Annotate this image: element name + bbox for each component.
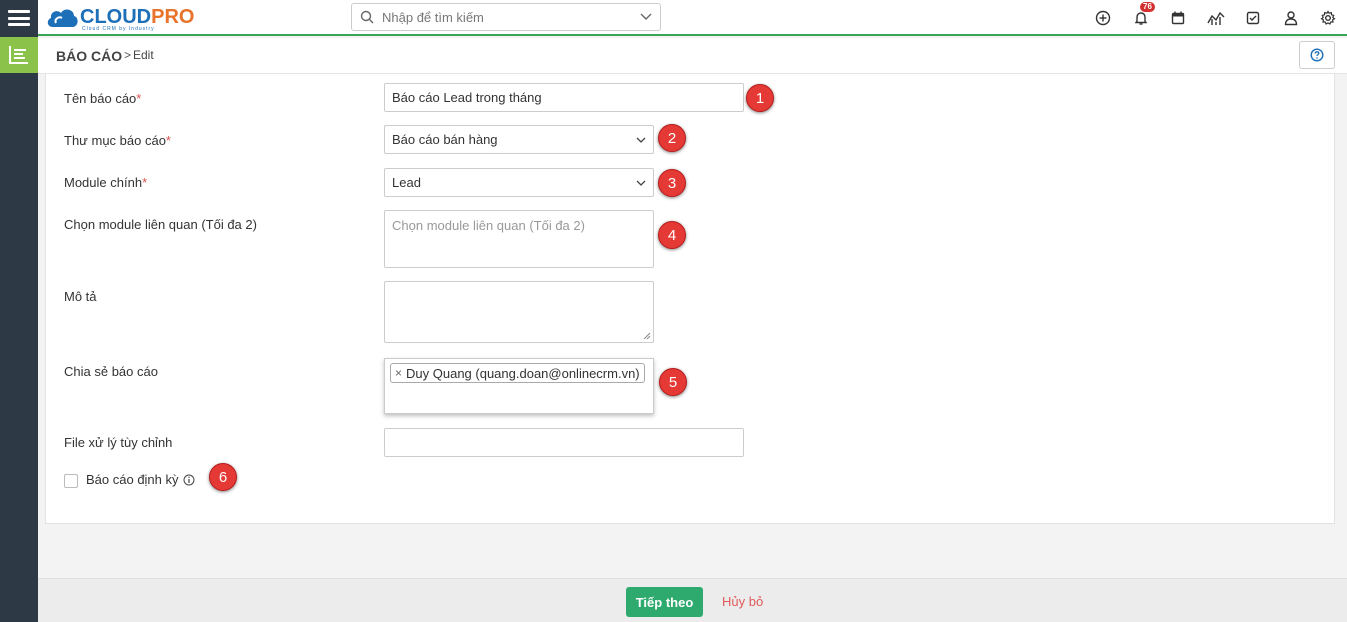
remove-tag-icon[interactable]: × bbox=[395, 366, 402, 380]
custom-file-input[interactable] bbox=[384, 428, 744, 457]
breadcrumb-current: Edit bbox=[133, 48, 154, 62]
report-name-input[interactable]: Báo cáo Lead trong tháng bbox=[384, 83, 744, 112]
scheduled-report-checkbox[interactable] bbox=[64, 474, 78, 488]
cancel-link[interactable]: Hủy bỏ bbox=[722, 594, 763, 609]
report-folder-select[interactable]: Báo cáo bán hàng bbox=[384, 125, 654, 154]
breadcrumb-separator: > bbox=[124, 48, 132, 62]
help-button[interactable] bbox=[1299, 41, 1335, 69]
left-rail bbox=[0, 0, 38, 622]
global-search[interactable] bbox=[351, 3, 661, 31]
report-list-icon bbox=[9, 46, 28, 64]
report-folder-label: Thư mục báo cáo* bbox=[64, 133, 171, 148]
related-modules-input[interactable]: Chọn module liên quan (Tối đa 2) bbox=[384, 210, 654, 268]
search-input[interactable] bbox=[382, 9, 632, 25]
marker-1: 1 bbox=[746, 84, 774, 112]
share-tag-input[interactable]: × Duy Quang (quang.doan@onlinecrm.vn) bbox=[384, 358, 654, 414]
search-icon bbox=[352, 10, 382, 24]
description-label: Mô tả bbox=[64, 289, 97, 304]
report-name-label: Tên báo cáo* bbox=[64, 91, 142, 106]
related-modules-label: Chọn module liên quan (Tối đa 2) bbox=[64, 217, 257, 232]
share-tag[interactable]: × Duy Quang (quang.doan@onlinecrm.vn) bbox=[390, 363, 645, 383]
scheduled-report-label: Báo cáo định kỳ bbox=[86, 472, 195, 487]
reports-nav-button[interactable] bbox=[0, 37, 38, 73]
info-icon[interactable] bbox=[183, 474, 195, 486]
notification-badge: 76 bbox=[1140, 2, 1155, 12]
main-module-label: Module chính* bbox=[64, 175, 148, 190]
marker-2: 2 bbox=[658, 124, 686, 152]
plus-circle-icon[interactable] bbox=[1085, 0, 1123, 36]
breadcrumb: BÁO CÁO > Edit bbox=[38, 38, 1347, 74]
calendar-icon[interactable] bbox=[1160, 0, 1198, 36]
checkbox-icon[interactable] bbox=[1235, 0, 1273, 36]
app-logo[interactable]: CLOUDPRO Cloud CRM by Industry bbox=[44, 4, 194, 32]
form-footer: Tiếp theo Hủy bỏ bbox=[38, 578, 1347, 622]
chart-icon[interactable] bbox=[1197, 0, 1235, 36]
marker-4: 4 bbox=[658, 221, 686, 249]
question-circle-icon bbox=[1310, 48, 1324, 62]
menu-button[interactable] bbox=[0, 0, 38, 36]
hamburger-icon bbox=[8, 10, 30, 26]
marker-6: 6 bbox=[209, 463, 237, 491]
toolbar-icons: 76 bbox=[1085, 0, 1347, 36]
resize-handle-icon[interactable] bbox=[643, 332, 651, 340]
bell-icon[interactable]: 76 bbox=[1122, 0, 1160, 36]
next-button[interactable]: Tiếp theo bbox=[626, 587, 703, 617]
user-icon[interactable] bbox=[1272, 0, 1310, 36]
breadcrumb-module[interactable]: BÁO CÁO bbox=[56, 48, 122, 64]
cloud-logo-icon bbox=[47, 9, 78, 28]
share-label: Chia sẻ báo cáo bbox=[64, 364, 158, 379]
chevron-down-icon bbox=[636, 137, 646, 143]
marker-3: 3 bbox=[658, 169, 686, 197]
top-bar: CLOUDPRO Cloud CRM by Industry 76 bbox=[38, 0, 1347, 36]
description-textarea[interactable] bbox=[384, 281, 654, 343]
marker-5: 5 bbox=[659, 368, 687, 396]
logo-tagline: Cloud CRM by Industry bbox=[82, 26, 155, 32]
chevron-down-icon bbox=[636, 180, 646, 186]
custom-file-label: File xử lý tùy chỉnh bbox=[64, 435, 173, 450]
gear-icon[interactable] bbox=[1310, 0, 1347, 36]
chevron-down-icon[interactable] bbox=[632, 13, 660, 21]
main-module-select[interactable]: Lead bbox=[384, 168, 654, 197]
